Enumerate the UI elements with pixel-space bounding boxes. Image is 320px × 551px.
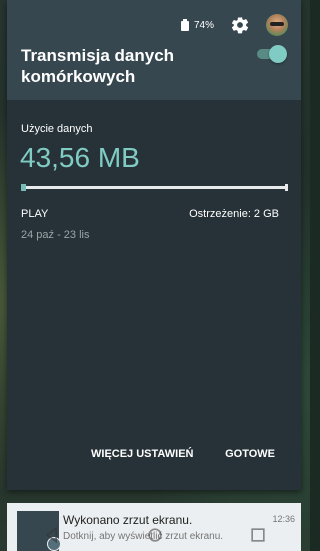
- battery-percent: 74%: [193, 19, 214, 31]
- more-settings-button[interactable]: WIĘCEJ USTAWIEŃ: [91, 448, 193, 460]
- gear-icon[interactable]: [230, 15, 250, 35]
- panel-title: Transmisja danych komórkowych: [21, 46, 175, 86]
- back-icon[interactable]: [42, 525, 62, 545]
- user-avatar[interactable]: [266, 14, 288, 36]
- panel-header: 74% Transmisja danych komórkowych: [7, 0, 301, 100]
- billing-period: 24 paź - 23 lis: [21, 229, 90, 241]
- status-area: 74%: [180, 14, 288, 36]
- mobile-data-toggle[interactable]: [255, 45, 287, 63]
- recents-icon[interactable]: [248, 525, 268, 545]
- usage-bar-fill: [21, 184, 27, 191]
- usage-bar: [21, 184, 288, 191]
- battery-icon: [180, 19, 189, 31]
- warning-limit: Ostrzeżenie: 2 GB: [189, 208, 279, 220]
- usage-value: 43,56 MB: [20, 142, 140, 173]
- done-button[interactable]: GOTOWE: [225, 448, 275, 460]
- usage-label: Użycie danych: [21, 123, 93, 135]
- quick-settings-panel: 74% Transmisja danych komórkowych Użycie…: [7, 0, 301, 490]
- home-icon[interactable]: [145, 525, 165, 545]
- navigation-bar: [0, 518, 310, 551]
- usage-bar-limit-marker: [285, 184, 288, 191]
- carrier-name: PLAY: [21, 208, 49, 220]
